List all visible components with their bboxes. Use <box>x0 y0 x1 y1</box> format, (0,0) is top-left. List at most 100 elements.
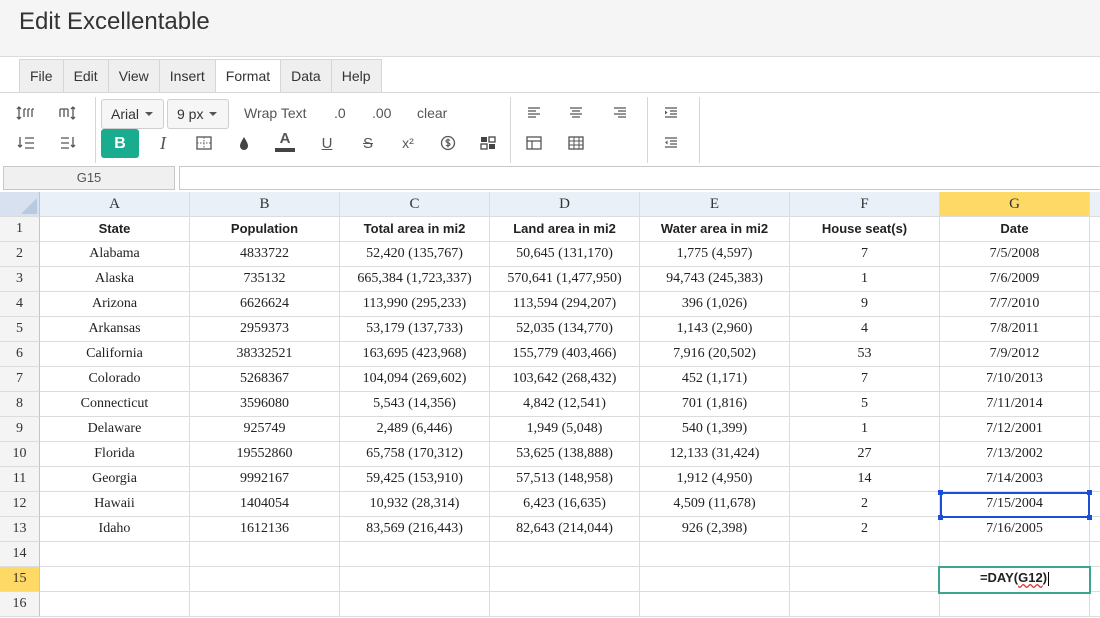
increase-decimals-button[interactable]: .00 <box>372 99 391 127</box>
row-header-2[interactable]: 2 <box>0 242 40 267</box>
cell-b7[interactable]: 5268367 <box>190 367 340 392</box>
cell-b14[interactable] <box>190 542 340 567</box>
cell-f3[interactable]: 1 <box>790 267 940 292</box>
cell-f5[interactable]: 4 <box>790 317 940 342</box>
cell-e8[interactable]: 701 (1,816) <box>640 392 790 417</box>
cell-c10[interactable]: 65,758 (170,312) <box>340 442 490 467</box>
cell-e6[interactable]: 7,916 (20,502) <box>640 342 790 367</box>
insert-table-icon[interactable] <box>518 129 550 157</box>
row-header-3[interactable]: 3 <box>0 267 40 292</box>
row-header-7[interactable]: 7 <box>0 367 40 392</box>
cell-f16[interactable] <box>790 592 940 617</box>
cell-a13[interactable]: Idaho <box>40 517 190 542</box>
cell-f13[interactable]: 2 <box>790 517 940 542</box>
menu-format[interactable]: Format <box>215 60 282 94</box>
cell-reference-box[interactable]: G15 <box>3 166 175 190</box>
cell-c11[interactable]: 59,425 (153,910) <box>340 467 490 492</box>
cell-e4[interactable]: 396 (1,026) <box>640 292 790 317</box>
cell-g11[interactable]: 7/14/2003 <box>940 467 1090 492</box>
cell-c1[interactable]: Total area in mi2 <box>340 217 490 242</box>
cell-h7[interactable] <box>1090 367 1100 392</box>
currency-icon[interactable] <box>432 129 464 157</box>
cell-g7[interactable]: 7/10/2013 <box>940 367 1090 392</box>
fill-color-icon[interactable] <box>228 129 260 157</box>
cell-f11[interactable]: 14 <box>790 467 940 492</box>
menu-view[interactable]: View <box>108 60 160 92</box>
cell-h8[interactable] <box>1090 392 1100 417</box>
cell-g10[interactable]: 7/13/2002 <box>940 442 1090 467</box>
cell-g2[interactable]: 7/5/2008 <box>940 242 1090 267</box>
row-header-10[interactable]: 10 <box>0 442 40 467</box>
cell-e11[interactable]: 1,912 (4,950) <box>640 467 790 492</box>
cell-c13[interactable]: 83,569 (216,443) <box>340 517 490 542</box>
cell-b11[interactable]: 9992167 <box>190 467 340 492</box>
column-header-c[interactable]: C <box>340 192 490 217</box>
cell-h12[interactable] <box>1090 492 1100 517</box>
cell-h11[interactable] <box>1090 467 1100 492</box>
cell-b8[interactable]: 3596080 <box>190 392 340 417</box>
column-header-g[interactable]: G <box>940 192 1090 217</box>
cell-c6[interactable]: 163,695 (423,968) <box>340 342 490 367</box>
cell-c12[interactable]: 10,932 (28,314) <box>340 492 490 517</box>
column-header-d[interactable]: D <box>490 192 640 217</box>
row-header-6[interactable]: 6 <box>0 342 40 367</box>
cell-g1[interactable]: Date <box>940 217 1090 242</box>
cell-a16[interactable] <box>40 592 190 617</box>
cell-h13[interactable] <box>1090 517 1100 542</box>
cell-a5[interactable]: Arkansas <box>40 317 190 342</box>
column-header-f[interactable]: F <box>790 192 940 217</box>
cell-g8[interactable]: 7/11/2014 <box>940 392 1090 417</box>
cell-h1[interactable] <box>1090 217 1100 242</box>
indent-increase-icon[interactable] <box>655 99 687 127</box>
cell-a1[interactable]: State <box>40 217 190 242</box>
cell-d9[interactable]: 1,949 (5,048) <box>490 417 640 442</box>
cell-d13[interactable]: 82,643 (214,044) <box>490 517 640 542</box>
cell-g9[interactable]: 7/12/2001 <box>940 417 1090 442</box>
cell-f14[interactable] <box>790 542 940 567</box>
cell-b1[interactable]: Population <box>190 217 340 242</box>
cell-c14[interactable] <box>340 542 490 567</box>
cell-g12[interactable]: 7/15/2004 <box>940 492 1090 517</box>
cell-d6[interactable]: 155,779 (403,466) <box>490 342 640 367</box>
outdent-icon[interactable] <box>655 129 687 157</box>
column-header-h[interactable] <box>1090 192 1100 217</box>
row-header-11[interactable]: 11 <box>0 467 40 492</box>
column-header-a[interactable]: A <box>40 192 190 217</box>
cell-f9[interactable]: 1 <box>790 417 940 442</box>
cell-d7[interactable]: 103,642 (268,432) <box>490 367 640 392</box>
cell-e14[interactable] <box>640 542 790 567</box>
cell-f4[interactable]: 9 <box>790 292 940 317</box>
cell-a6[interactable]: California <box>40 342 190 367</box>
cell-f10[interactable]: 27 <box>790 442 940 467</box>
cell-a4[interactable]: Arizona <box>40 292 190 317</box>
cell-f2[interactable]: 7 <box>790 242 940 267</box>
cell-h9[interactable] <box>1090 417 1100 442</box>
cell-b5[interactable]: 2959373 <box>190 317 340 342</box>
cell-f7[interactable]: 7 <box>790 367 940 392</box>
cell-b16[interactable] <box>190 592 340 617</box>
cell-e7[interactable]: 452 (1,171) <box>640 367 790 392</box>
cell-d11[interactable]: 57,513 (148,958) <box>490 467 640 492</box>
align-right-icon[interactable] <box>604 99 636 127</box>
cell-f6[interactable]: 53 <box>790 342 940 367</box>
wrap-text-button[interactable]: Wrap Text <box>244 99 307 127</box>
cell-h14[interactable] <box>1090 542 1100 567</box>
cell-g6[interactable]: 7/9/2012 <box>940 342 1090 367</box>
cell-h6[interactable] <box>1090 342 1100 367</box>
row-header-16[interactable]: 16 <box>0 592 40 617</box>
cell-d14[interactable] <box>490 542 640 567</box>
cell-b10[interactable]: 19552860 <box>190 442 340 467</box>
indent-decrease-icon[interactable] <box>10 129 42 157</box>
font-family-select[interactable]: Arial <box>101 99 164 129</box>
cell-e13[interactable]: 926 (2,398) <box>640 517 790 542</box>
cell-b6[interactable]: 38332521 <box>190 342 340 367</box>
cell-a14[interactable] <box>40 542 190 567</box>
merge-cells-icon[interactable] <box>560 129 592 157</box>
cell-h16[interactable] <box>1090 592 1100 617</box>
cell-c15[interactable] <box>340 567 490 592</box>
cell-c16[interactable] <box>340 592 490 617</box>
cell-f12[interactable]: 2 <box>790 492 940 517</box>
cell-e2[interactable]: 1,775 (4,597) <box>640 242 790 267</box>
cell-a9[interactable]: Delaware <box>40 417 190 442</box>
cell-d3[interactable]: 570,641 (1,477,950) <box>490 267 640 292</box>
